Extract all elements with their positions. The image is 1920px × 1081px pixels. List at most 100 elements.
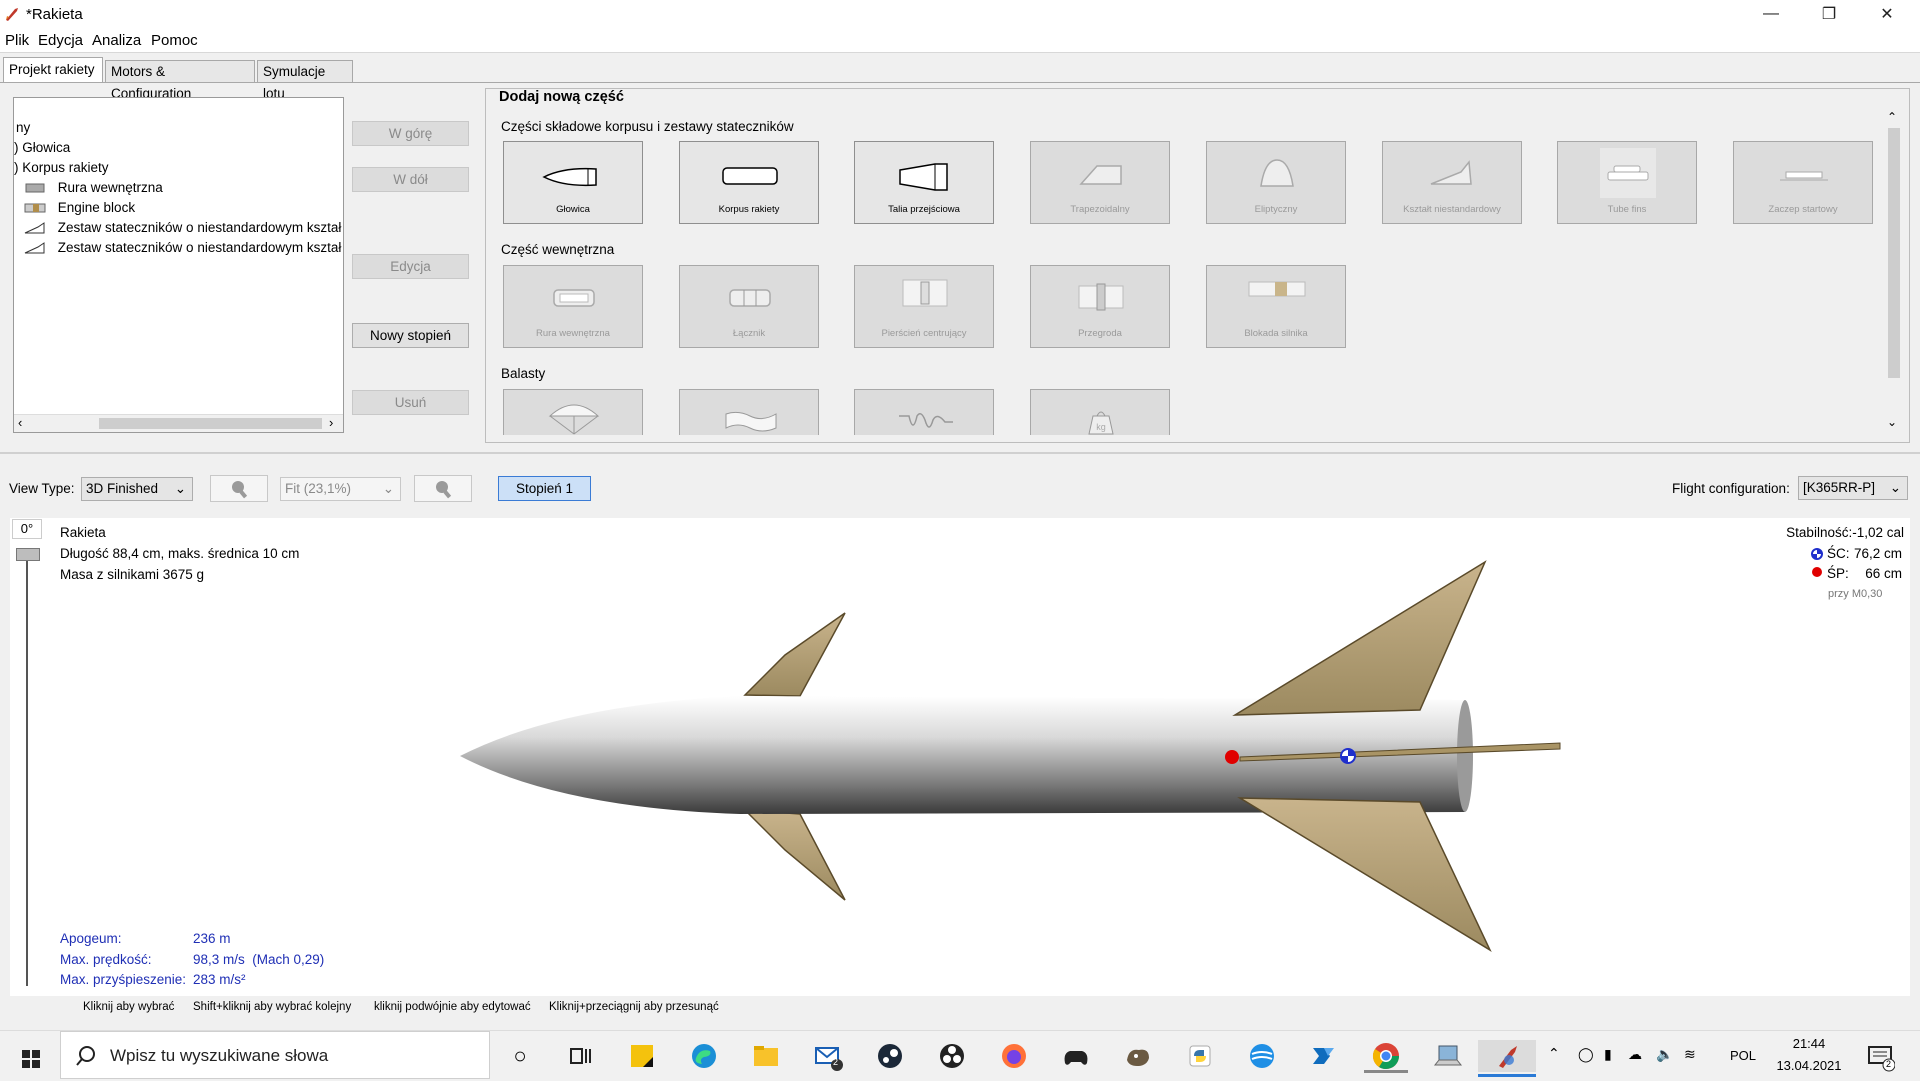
stellarium-icon[interactable] xyxy=(1246,1040,1278,1072)
add-body-tube-button[interactable]: Korpus rakiety xyxy=(679,141,819,224)
tab-rocket-design[interactable]: Projekt rakiety xyxy=(3,57,103,83)
scroll-thumb[interactable] xyxy=(99,418,322,429)
add-transition-button[interactable]: Talia przejściowa xyxy=(854,141,994,224)
python-icon[interactable] xyxy=(1184,1040,1216,1072)
centering-ring-icon xyxy=(902,279,948,307)
taskbar-search[interactable]: Wpisz tu wyszukiwane słowa xyxy=(60,1031,490,1079)
file-explorer-icon[interactable] xyxy=(750,1040,782,1072)
view-type-select[interactable]: 3D Finished ⌄ xyxy=(81,477,193,501)
mail-badge: 2 xyxy=(833,1057,839,1067)
cg-marker xyxy=(1340,748,1356,764)
rotation-slider-thumb[interactable] xyxy=(16,548,40,561)
task-view-icon[interactable] xyxy=(564,1040,596,1072)
add-parachute-button[interactable] xyxy=(503,389,643,435)
close-button[interactable]: ✕ xyxy=(1858,0,1916,28)
split-pane-divider[interactable] xyxy=(0,452,1920,454)
zoom-in-button[interactable] xyxy=(414,475,472,502)
add-streamer-button[interactable] xyxy=(679,389,819,435)
laptop-app-icon[interactable] xyxy=(1432,1040,1464,1072)
scroll-down-icon[interactable]: ⌄ xyxy=(1887,415,1897,429)
zoom-out-button[interactable] xyxy=(210,475,268,502)
chevron-down-icon: ⌄ xyxy=(174,481,186,496)
hint-shift-click: Shift+kliknij aby wybrać kolejny xyxy=(193,1001,352,1013)
scroll-right-icon[interactable]: › xyxy=(329,415,333,430)
openrocket-taskbar-icon[interactable] xyxy=(1478,1040,1536,1077)
tab-motors-configuration[interactable]: Motors & Configuration xyxy=(105,60,255,101)
menu-edit[interactable]: Edycja xyxy=(38,32,83,49)
menu-analysis[interactable]: Analiza xyxy=(92,32,141,49)
new-stage-button[interactable]: Nowy stopień xyxy=(352,323,469,348)
move-up-button[interactable]: W górę xyxy=(352,121,469,146)
gamepad-icon[interactable] xyxy=(1060,1040,1092,1072)
add-tube-fins-button[interactable]: Tube fins xyxy=(1557,141,1697,224)
minimize-button[interactable]: — xyxy=(1742,0,1800,28)
edge-browser-icon[interactable] xyxy=(688,1040,720,1072)
tray-meet-icon[interactable]: ◯ xyxy=(1578,1046,1594,1063)
maximize-button[interactable]: ❐ xyxy=(1800,0,1858,28)
add-bulkhead-button[interactable]: Przegroda xyxy=(1030,265,1170,348)
edit-button[interactable]: Edycja xyxy=(352,254,469,279)
tree-item-engine-block[interactable]: Engine block xyxy=(24,200,135,215)
rocket-dimensions: Długość 88,4 cm, maks. średnica 10 cm xyxy=(60,546,300,561)
sticky-notes-icon[interactable] xyxy=(626,1040,658,1072)
add-nose-cone-button[interactable]: Głowica xyxy=(503,141,643,224)
tree-item-body-tube[interactable]: ) Korpus rakiety xyxy=(14,160,109,175)
tree-item-rocket[interactable]: ny xyxy=(16,120,30,135)
onedrive-icon[interactable]: ☁ xyxy=(1628,1046,1642,1063)
chrome-icon[interactable] xyxy=(1364,1040,1408,1073)
tree-item-freeform-fins-1[interactable]: Zestaw stateczników o niestandardowym ks… xyxy=(24,220,341,235)
add-engine-block-button[interactable]: Blokada silnika xyxy=(1206,265,1346,348)
add-shock-cord-button[interactable] xyxy=(854,389,994,435)
rocket-model[interactable] xyxy=(440,550,1570,970)
clock-date[interactable]: 13.04.2021 xyxy=(1773,1058,1845,1073)
tab-flight-simulations[interactable]: Symulacje lotu xyxy=(257,60,353,101)
scroll-left-icon[interactable]: ‹ xyxy=(18,415,22,430)
add-part-title: Dodaj nową część xyxy=(497,89,626,105)
flight-config-select[interactable]: [K365RR-P] ⌄ xyxy=(1798,476,1908,500)
add-centering-ring-button[interactable]: Pierścień centrujący xyxy=(854,265,994,348)
mail-icon[interactable]: 2 xyxy=(812,1040,844,1072)
tree-horizontal-scrollbar[interactable]: ‹ › xyxy=(14,414,343,432)
firefox-icon[interactable] xyxy=(998,1040,1030,1072)
language-indicator[interactable]: POL xyxy=(1730,1048,1756,1063)
steam-icon[interactable] xyxy=(874,1040,906,1072)
power-automate-icon[interactable] xyxy=(1308,1040,1340,1072)
max-velocity-label: Max. prędkość: xyxy=(60,952,152,967)
tray-overflow-icon[interactable]: ⌃ xyxy=(1548,1045,1560,1062)
add-launch-lug-button[interactable]: Zaczep startowy xyxy=(1733,141,1873,224)
apogee-label: Apogeum: xyxy=(60,931,122,946)
volume-icon[interactable]: 🔈 xyxy=(1656,1046,1673,1063)
scroll-up-icon[interactable]: ⌃ xyxy=(1887,110,1897,124)
move-down-button[interactable]: W dół xyxy=(352,167,469,192)
notification-center-button[interactable]: 2 xyxy=(1865,1042,1896,1072)
add-trapezoid-fins-button[interactable]: Trapezoidalny xyxy=(1030,141,1170,224)
battery-icon[interactable]: ▮ xyxy=(1604,1046,1612,1063)
rocket-name: Rakieta xyxy=(60,525,106,540)
add-inner-tube-button[interactable]: Rura wewnętrzna xyxy=(503,265,643,348)
component-tree[interactable]: ny ) Głowica ) Korpus rakiety Rura wewnę… xyxy=(13,97,344,433)
cp-value: 66 cm xyxy=(1865,566,1902,581)
add-coupler-button[interactable]: Łącznik xyxy=(679,265,819,348)
add-elliptical-fins-button[interactable]: Eliptyczny xyxy=(1206,141,1346,224)
clock-time[interactable]: 21:44 xyxy=(1783,1036,1835,1051)
add-mass-component-button[interactable]: kg xyxy=(1030,389,1170,435)
rotation-slider-track[interactable] xyxy=(26,548,28,986)
stage-1-toggle[interactable]: Stopień 1 xyxy=(498,476,591,501)
body-tube-icon xyxy=(722,167,778,185)
start-button[interactable] xyxy=(14,1042,48,1076)
mass-parts-row: kg xyxy=(503,389,1873,435)
obs-icon[interactable] xyxy=(936,1040,968,1072)
scroll-thumb[interactable] xyxy=(1888,128,1900,378)
tree-item-freeform-fins-2[interactable]: Zestaw stateczników o niestandardowym ks… xyxy=(24,240,341,255)
parts-vertical-scrollbar[interactable]: ⌃ ⌄ xyxy=(1884,110,1902,435)
menu-help[interactable]: Pomoc xyxy=(151,32,198,49)
delete-button[interactable]: Usuń xyxy=(352,390,469,415)
add-freeform-fins-button[interactable]: Kształt niestandardowy xyxy=(1382,141,1522,224)
network-icon[interactable]: ≋ xyxy=(1684,1046,1696,1063)
tree-item-inner-tube[interactable]: Rura wewnętrzna xyxy=(24,180,163,195)
cortana-icon[interactable]: ○ xyxy=(504,1040,536,1072)
zoom-select[interactable]: Fit (23,1%) ⌄ xyxy=(280,477,401,501)
tree-item-nose-cone[interactable]: ) Głowica xyxy=(14,140,70,155)
gimp-icon[interactable] xyxy=(1122,1040,1154,1072)
menu-file[interactable]: Plik xyxy=(5,32,29,49)
